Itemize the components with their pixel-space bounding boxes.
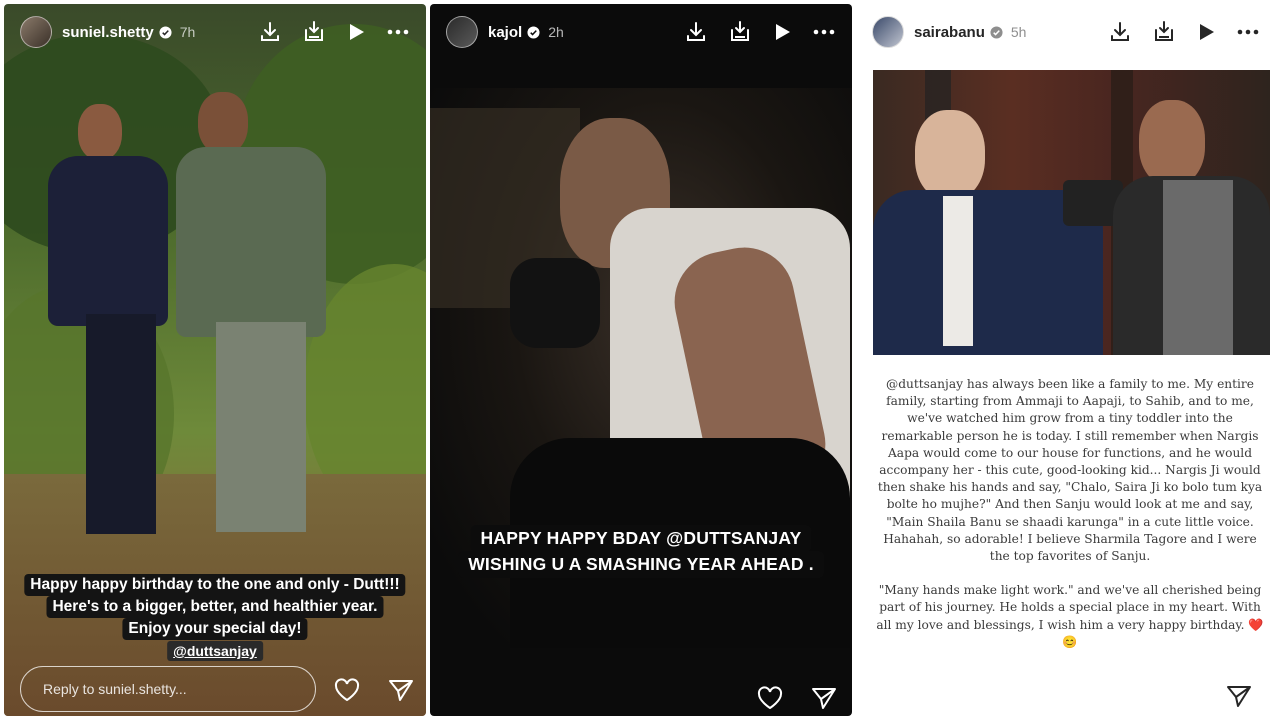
story-paragraph: "Many hands make light work." and we've … xyxy=(876,583,1264,649)
mention-sticker[interactable]: @duttsanjay xyxy=(167,641,263,661)
send-icon[interactable] xyxy=(388,678,414,702)
verified-badge-icon xyxy=(990,25,1003,39)
story-age: 2h xyxy=(548,24,564,40)
play-icon[interactable] xyxy=(1196,22,1216,42)
download-icon[interactable] xyxy=(258,20,282,44)
story-caption-line: Happy happy birthday to the one and only… xyxy=(24,574,406,596)
story-paragraph: @duttsanjay has always been like a famil… xyxy=(877,377,1263,564)
avatar[interactable] xyxy=(872,16,904,48)
story-username[interactable]: suniel.shetty xyxy=(62,24,154,41)
send-icon[interactable] xyxy=(811,686,837,710)
more-options-icon[interactable] xyxy=(1236,20,1260,44)
story-username[interactable]: sairabanu xyxy=(914,24,985,41)
save-download-icon[interactable] xyxy=(728,20,752,44)
story-username[interactable]: kajol xyxy=(488,24,522,41)
story-header: kajol 2h xyxy=(430,4,852,60)
play-icon[interactable] xyxy=(772,22,792,42)
save-download-icon[interactable] xyxy=(302,20,326,44)
avatar[interactable] xyxy=(446,16,478,48)
story-photo-person xyxy=(176,92,346,552)
save-download-icon[interactable] xyxy=(1152,20,1176,44)
download-icon[interactable] xyxy=(1108,20,1132,44)
heart-icon[interactable] xyxy=(757,686,783,710)
story-caption-line: Enjoy your special day! xyxy=(122,618,308,640)
more-options-icon[interactable] xyxy=(812,20,836,44)
verified-badge-icon xyxy=(159,25,172,39)
heart-icon[interactable] xyxy=(334,678,360,702)
story-header: sairabanu 5h xyxy=(856,4,1276,60)
more-options-icon[interactable] xyxy=(386,20,410,44)
story-panel-suniel[interactable]: suniel.shetty 7h Happy happy birthday to… xyxy=(4,4,426,716)
reply-input[interactable]: Reply to suniel.shetty... xyxy=(20,666,316,712)
story-photo xyxy=(873,70,1270,355)
download-icon[interactable] xyxy=(684,20,708,44)
story-panel-sairabanu[interactable]: sairabanu 5h @duttsanjay has always been… xyxy=(856,4,1276,716)
play-icon[interactable] xyxy=(346,22,366,42)
story-caption-line: WISHING U A SMASHING YEAR AHEAD . xyxy=(458,551,824,578)
story-photo-person xyxy=(873,110,1103,355)
avatar[interactable] xyxy=(20,16,52,48)
verified-badge-icon xyxy=(527,25,540,39)
story-panel-kajol[interactable]: kajol 2h HAPPY HAPPY BDAY @DUTTSANJAY WI… xyxy=(430,4,852,716)
story-text-block: @duttsanjay has always been like a famil… xyxy=(874,376,1266,668)
story-photo-person xyxy=(48,104,178,544)
story-caption-line: Here's to a bigger, better, and healthie… xyxy=(46,596,384,618)
story-age: 5h xyxy=(1010,24,1027,40)
reply-placeholder: Reply to suniel.shetty... xyxy=(43,681,187,697)
send-icon[interactable] xyxy=(1226,684,1252,708)
story-age: 7h xyxy=(179,24,196,40)
story-caption-line: HAPPY HAPPY BDAY @DUTTSANJAY xyxy=(470,525,812,552)
story-header: suniel.shetty 7h xyxy=(4,4,426,60)
story-photo-person xyxy=(1113,100,1270,355)
